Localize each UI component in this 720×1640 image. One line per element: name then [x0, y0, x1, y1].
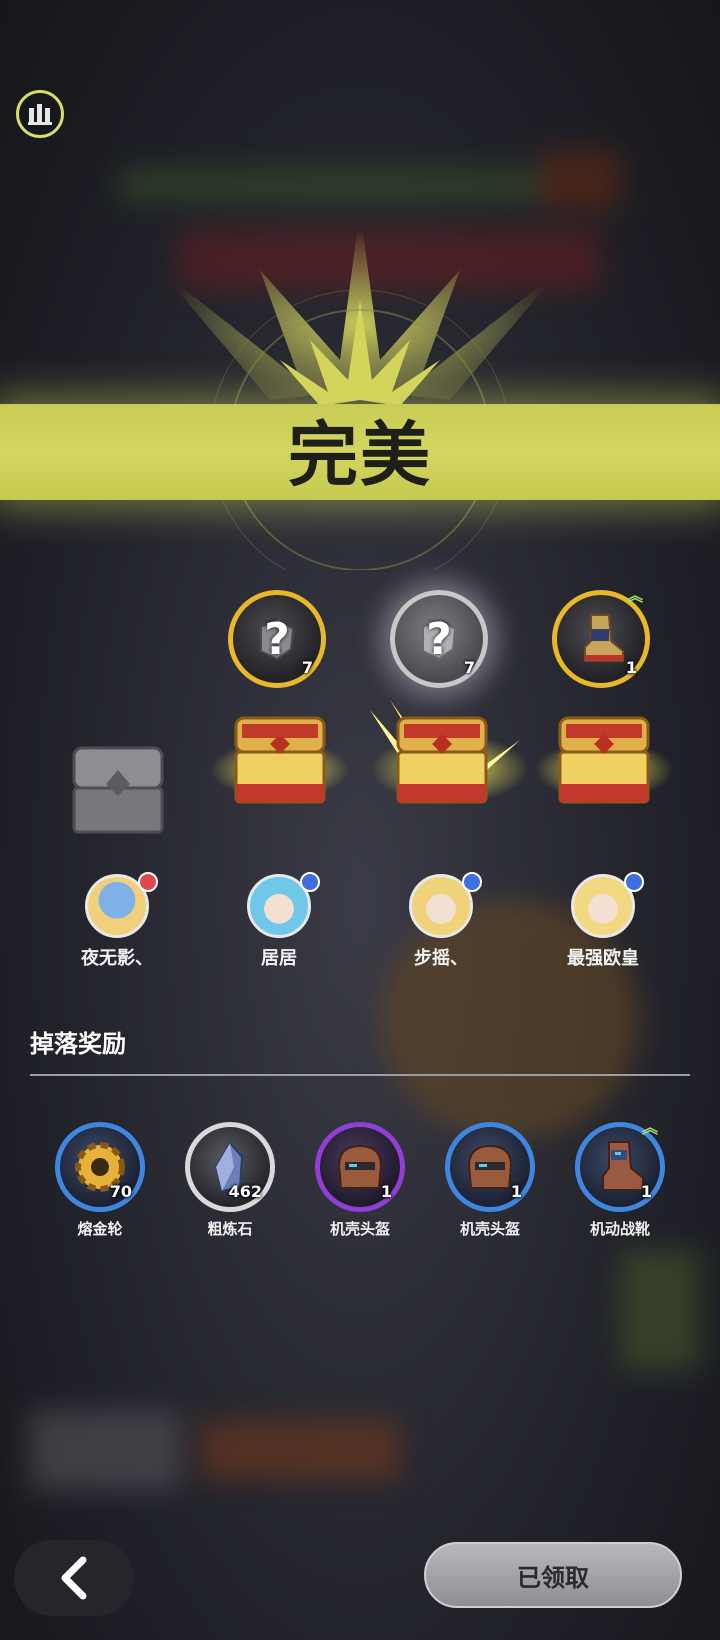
item-orb: 1	[315, 1122, 405, 1212]
question-mark-icon: ?	[264, 613, 290, 665]
drop-item-2[interactable]: 462 粗炼石	[170, 1122, 290, 1239]
back-button[interactable]	[14, 1540, 134, 1616]
opened-chest-icon	[234, 716, 326, 804]
drop-item-3[interactable]: 1 机壳头盔	[300, 1122, 420, 1239]
item-name: 熔金轮	[77, 1220, 123, 1238]
item-orb: ︽ 1	[575, 1118, 665, 1212]
player-4[interactable]: 最强欧皇	[528, 872, 678, 970]
drop-item-1[interactable]: 70 熔金轮	[40, 1122, 160, 1239]
stats-button[interactable]	[16, 90, 64, 138]
item-name: 粗炼石	[207, 1220, 253, 1238]
item-count: 462	[228, 1182, 262, 1201]
item-name: 机壳头盔	[459, 1220, 520, 1238]
item-count: 1	[640, 1182, 652, 1201]
drop-item-5[interactable]: ︽ 1 机动战靴	[560, 1118, 680, 1239]
player-name: 步摇、	[414, 948, 468, 969]
mecha-boots-icon	[584, 614, 624, 662]
reward-orb-1[interactable]: ? 7	[228, 590, 326, 688]
item-orb: 462	[185, 1122, 275, 1212]
item-count: 70	[109, 1182, 132, 1201]
reward-orb-3[interactable]: ︽ 1	[552, 586, 650, 688]
role-badge-icon	[138, 872, 158, 892]
divider	[30, 1074, 690, 1076]
upgrade-arrow-icon: ︽	[626, 586, 643, 605]
player-1[interactable]: 夜无影、	[42, 872, 192, 970]
player-name: 居居	[261, 948, 297, 969]
upgrade-arrow-icon: ︽	[641, 1118, 658, 1137]
chevron-left-icon	[61, 1556, 87, 1600]
reward-count: 7	[301, 658, 313, 677]
player-name: 夜无影、	[81, 948, 153, 969]
result-banner: 完美	[0, 404, 720, 500]
question-mark-icon: ?	[426, 613, 452, 665]
locked-chest-icon	[72, 746, 164, 834]
item-name: 机动战靴	[589, 1220, 650, 1238]
item-orb: 1	[445, 1122, 535, 1212]
reward-orb-2[interactable]: ? 7	[390, 590, 488, 688]
player-name: 最强欧皇	[567, 948, 639, 969]
opened-chest-icon	[396, 716, 488, 804]
player-3[interactable]: 步摇、	[366, 872, 516, 970]
item-count: 1	[380, 1182, 392, 1201]
role-badge-icon	[624, 872, 644, 892]
reward-count: 7	[463, 658, 475, 677]
opened-chest-icon	[558, 716, 650, 804]
role-badge-icon	[462, 872, 482, 892]
drop-item-4[interactable]: 1 机壳头盔	[430, 1122, 550, 1239]
reward-count: 1	[625, 658, 637, 677]
claimed-button[interactable]: 已领取	[424, 1542, 682, 1608]
item-orb: 70	[55, 1122, 145, 1212]
item-name: 机壳头盔	[329, 1220, 390, 1238]
item-count: 1	[510, 1182, 522, 1201]
drop-rewards-title: 掉落奖励	[30, 1030, 126, 1058]
role-badge-icon	[300, 872, 320, 892]
victory-burst-icon	[160, 210, 560, 570]
result-title: 完美	[288, 413, 432, 496]
player-2[interactable]: 居居	[204, 872, 354, 970]
bar-chart-icon	[28, 104, 52, 125]
